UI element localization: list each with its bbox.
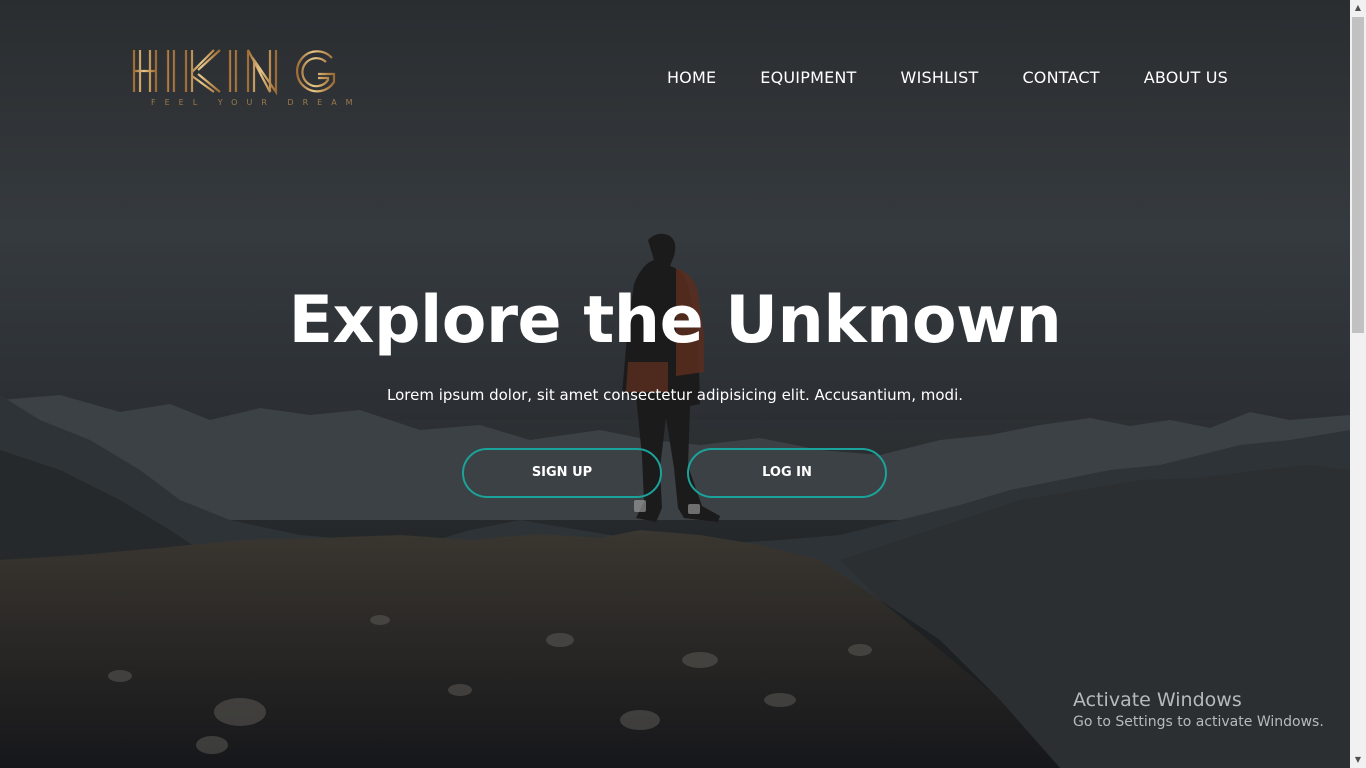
sign-up-button[interactable]: SIGN UP xyxy=(462,448,662,498)
nav-equipment[interactable]: EQUIPMENT xyxy=(760,68,856,88)
scroll-down-arrow-icon[interactable]: ▼ xyxy=(1350,752,1366,768)
scroll-up-arrow-icon[interactable]: ▲ xyxy=(1350,0,1366,16)
nav-wishlist[interactable]: WISHLIST xyxy=(901,68,979,88)
nav-home[interactable]: HOME xyxy=(667,68,716,88)
nav-contact[interactable]: CONTACT xyxy=(1022,68,1099,88)
browser-viewport: FEEL YOUR DREAM HOME EQUIPMENT WISHLIST … xyxy=(0,0,1366,768)
vertical-scrollbar[interactable]: ▲ ▼ xyxy=(1350,0,1366,768)
hiker-on-mountain-peak-icon xyxy=(0,0,1350,768)
scrollbar-thumb[interactable] xyxy=(1352,17,1364,333)
hero-title: Explore the Unknown xyxy=(288,283,1062,358)
windows-activation-watermark: Activate Windows Go to Settings to activ… xyxy=(1073,688,1324,732)
log-in-button[interactable]: LOG IN xyxy=(687,448,887,498)
brand-logo[interactable]: FEEL YOUR DREAM xyxy=(131,46,353,110)
watermark-title: Activate Windows xyxy=(1073,689,1242,711)
watermark-subtitle: Go to Settings to activate Windows. xyxy=(1073,714,1324,730)
hero-page: FEEL YOUR DREAM HOME EQUIPMENT WISHLIST … xyxy=(0,0,1350,768)
logo-tagline: FEEL YOUR DREAM xyxy=(151,98,362,107)
main-nav: HOME EQUIPMENT WISHLIST CONTACT ABOUT US xyxy=(623,68,1228,88)
nav-about-us[interactable]: ABOUT US xyxy=(1144,68,1228,88)
hero-subtitle: Lorem ipsum dolor, sit amet consectetur … xyxy=(386,386,964,404)
